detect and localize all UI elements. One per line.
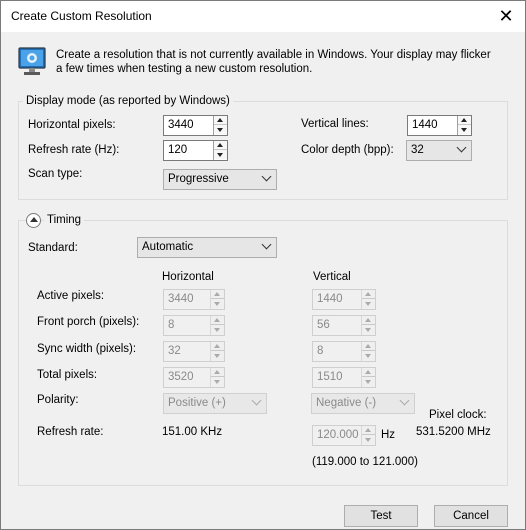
front-porch-h-value[interactable]: 8 [168, 319, 174, 331]
total-pixels-v-stepper[interactable]: 1510 [312, 367, 376, 388]
spin-up-icon[interactable] [211, 290, 224, 299]
refresh-rate-value[interactable]: 120 [168, 144, 187, 156]
spin-down-icon[interactable] [362, 351, 375, 360]
spin-up-icon[interactable] [362, 426, 375, 435]
timing-refresh-h-value: 151.00 KHz [162, 426, 223, 438]
color-depth-value[interactable]: 32 [411, 144, 424, 156]
spin-up-icon[interactable] [362, 368, 375, 377]
close-icon[interactable]: ✕ [495, 5, 517, 27]
spin-down-icon[interactable] [458, 125, 471, 134]
color-depth-label: Color depth (bpp): [301, 144, 394, 156]
chevron-down-icon [251, 395, 262, 406]
scan-type-label: Scan type: [28, 168, 83, 180]
spin-down-icon[interactable] [362, 299, 375, 308]
display-mode-legend: Display mode (as reported by Windows) [23, 95, 233, 107]
vertical-lines-label: Vertical lines: [301, 118, 369, 130]
active-pixels-v-value[interactable]: 1440 [317, 293, 343, 305]
collapse-icon[interactable] [26, 213, 41, 228]
polarity-v-select[interactable]: Negative (-) [311, 393, 415, 414]
timing-refresh-label: Refresh rate: [37, 426, 104, 438]
active-pixels-v-stepper[interactable]: 1440 [312, 289, 376, 310]
spin-up-icon[interactable] [214, 141, 227, 150]
spin-down-icon[interactable] [214, 150, 227, 159]
horizontal-pixels-value[interactable]: 3440 [168, 119, 194, 131]
timing-refresh-v-stepper[interactable]: 120.000 [312, 425, 376, 446]
timing-legend: Timing [44, 214, 85, 226]
polarity-v-value[interactable]: Negative (-) [316, 397, 376, 409]
sync-width-h-value[interactable]: 32 [168, 345, 181, 357]
vertical-lines-stepper[interactable]: 1440 [407, 115, 472, 136]
pixel-clock-label: Pixel clock: [429, 409, 487, 421]
spin-up-icon[interactable] [362, 316, 375, 325]
spin-up-icon[interactable] [214, 116, 227, 125]
spin-up-icon[interactable] [211, 368, 224, 377]
total-pixels-h-value[interactable]: 3520 [168, 371, 194, 383]
timing-refresh-range: (119.000 to 121.000) [312, 456, 418, 468]
scan-type-value[interactable]: Progressive [168, 173, 229, 185]
scan-type-select[interactable]: Progressive [163, 169, 277, 190]
col-horizontal-header: Horizontal [162, 271, 214, 283]
pixel-clock-value: 531.5200 MHz [416, 426, 491, 438]
total-pixels-v-value[interactable]: 1510 [317, 371, 343, 383]
col-vertical-header: Vertical [313, 271, 351, 283]
spin-down-icon[interactable] [211, 377, 224, 386]
spin-down-icon[interactable] [362, 377, 375, 386]
sync-width-v-value[interactable]: 8 [317, 345, 323, 357]
active-pixels-label: Active pixels: [37, 290, 105, 302]
chevron-down-icon [456, 142, 467, 153]
spin-down-icon[interactable] [211, 325, 224, 334]
chevron-down-icon [261, 239, 272, 250]
total-pixels-h-stepper[interactable]: 3520 [163, 367, 225, 388]
spin-down-icon[interactable] [362, 435, 375, 444]
timing-refresh-unit: Hz [381, 429, 396, 441]
polarity-h-value[interactable]: Positive (+) [168, 397, 226, 409]
spin-up-icon[interactable] [458, 116, 471, 125]
spin-down-icon[interactable] [211, 299, 224, 308]
color-depth-select[interactable]: 32 [406, 140, 472, 161]
spin-up-icon[interactable] [211, 342, 224, 351]
horizontal-pixels-label: Horizontal pixels: [28, 119, 116, 131]
refresh-rate-label: Refresh rate (Hz): [28, 144, 120, 156]
title-bar: Create Custom Resolution ✕ [1, 1, 525, 32]
chevron-down-icon [399, 395, 410, 406]
active-pixels-h-stepper[interactable]: 3440 [163, 289, 225, 310]
spin-down-icon[interactable] [214, 125, 227, 134]
vertical-lines-value[interactable]: 1440 [412, 119, 438, 131]
cancel-button[interactable]: Cancel [434, 505, 508, 527]
test-button[interactable]: Test [344, 505, 418, 527]
dialog-window: Create Custom Resolution ✕ Create a reso… [0, 0, 526, 530]
spin-up-icon[interactable] [362, 290, 375, 299]
monitor-icon [18, 47, 46, 75]
front-porch-v-stepper[interactable]: 56 [312, 315, 376, 336]
window-title: Create Custom Resolution [11, 9, 152, 23]
total-pixels-label: Total pixels: [37, 369, 98, 381]
front-porch-label: Front porch (pixels): [37, 316, 140, 328]
polarity-h-select[interactable]: Positive (+) [163, 393, 267, 414]
standard-label: Standard: [28, 242, 78, 254]
spin-up-icon[interactable] [211, 316, 224, 325]
polarity-label: Polarity: [37, 394, 79, 406]
intro-text: Create a resolution that is not currentl… [56, 49, 491, 75]
spin-down-icon[interactable] [211, 351, 224, 360]
sync-width-v-stepper[interactable]: 8 [312, 341, 376, 362]
refresh-rate-stepper[interactable]: 120 [163, 140, 228, 161]
timing-refresh-v-value[interactable]: 120.000 [317, 429, 359, 441]
chevron-down-icon [261, 171, 272, 182]
spin-down-icon[interactable] [362, 325, 375, 334]
sync-width-label: Sync width (pixels): [37, 343, 137, 355]
standard-select[interactable]: Automatic [137, 237, 277, 258]
front-porch-h-stepper[interactable]: 8 [163, 315, 225, 336]
sync-width-h-stepper[interactable]: 32 [163, 341, 225, 362]
horizontal-pixels-stepper[interactable]: 3440 [163, 115, 228, 136]
front-porch-v-value[interactable]: 56 [317, 319, 330, 331]
standard-value[interactable]: Automatic [142, 241, 193, 253]
active-pixels-h-value[interactable]: 3440 [168, 293, 194, 305]
spin-up-icon[interactable] [362, 342, 375, 351]
